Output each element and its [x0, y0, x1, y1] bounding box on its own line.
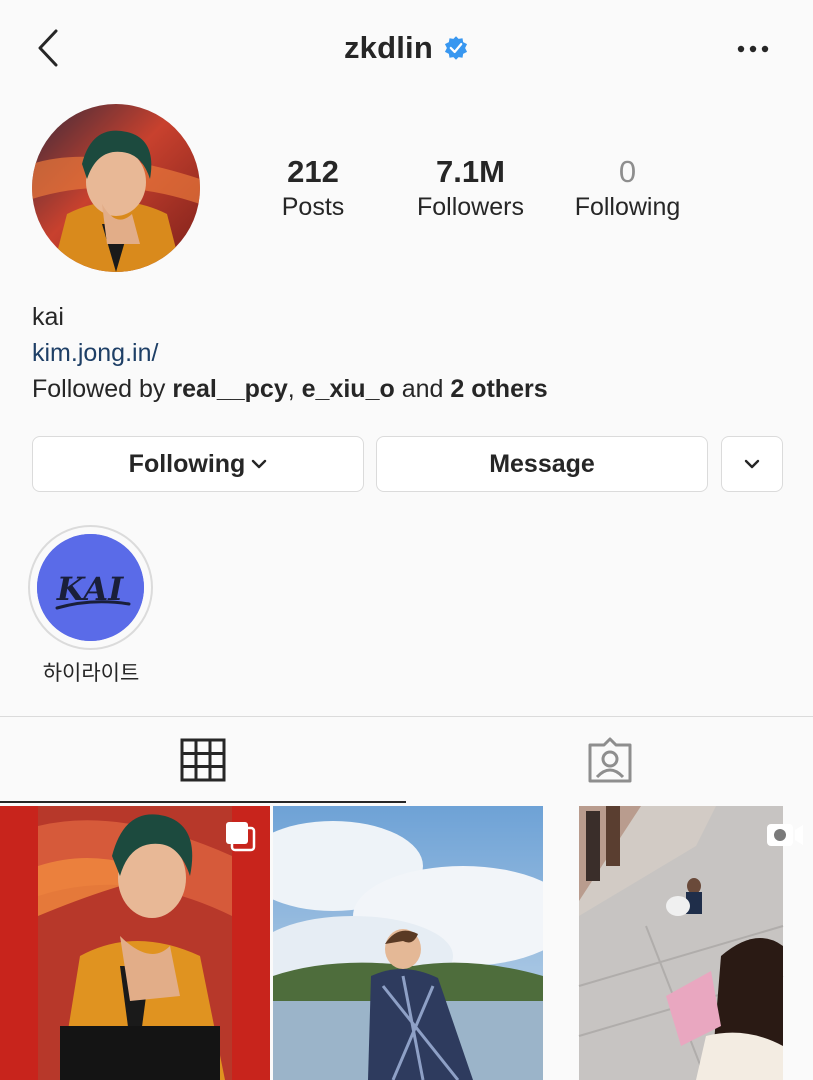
- following-stat[interactable]: 0 Following: [560, 152, 695, 222]
- followers-stat[interactable]: 7.1M Followers: [398, 152, 543, 222]
- tab-grid[interactable]: [0, 717, 406, 803]
- posts-count: 212: [287, 154, 339, 189]
- video-icon: [767, 824, 803, 846]
- grid-icon: [180, 738, 226, 782]
- follower-user-1[interactable]: real__pcy: [172, 375, 287, 403]
- follower-user-2[interactable]: e_xiu_o: [302, 375, 395, 403]
- chevron-down-icon: [252, 459, 267, 469]
- more-options-button[interactable]: [733, 34, 773, 64]
- message-button-label: Message: [489, 449, 595, 478]
- tab-tagged[interactable]: [407, 717, 813, 803]
- highlight-label: 하이라이트: [42, 661, 140, 685]
- following-label: Following: [574, 193, 681, 221]
- page-title: zkdlin: [0, 30, 813, 66]
- following-count: 0: [618, 154, 637, 189]
- followed-by-text[interactable]: Followed by real__pcy, e_xiu_o and 2 oth…: [32, 375, 548, 404]
- posts-stat: 212 Posts: [258, 152, 368, 222]
- followers-label: Followers: [417, 193, 524, 221]
- posts-label: Posts: [281, 193, 345, 221]
- more-horizontal-icon: [737, 45, 769, 53]
- username-title: zkdlin: [343, 30, 434, 65]
- verified-badge-icon: [444, 36, 468, 60]
- profile-avatar[interactable]: [32, 104, 200, 272]
- following-button[interactable]: Following: [32, 436, 364, 492]
- suggested-accounts-button[interactable]: [721, 436, 783, 492]
- followed-by-others[interactable]: 2 others: [450, 375, 547, 403]
- following-button-label: Following: [128, 449, 246, 478]
- profile-name: kai: [32, 303, 64, 331]
- followed-by-prefix: Followed by: [32, 375, 173, 403]
- followed-by-sep: ,: [287, 375, 302, 403]
- followers-count: 7.1M: [436, 154, 505, 189]
- post-thumbnail[interactable]: [273, 806, 543, 1080]
- message-button[interactable]: Message: [376, 436, 708, 492]
- highlight-cover: KAI: [37, 534, 144, 641]
- post-thumbnail[interactable]: [0, 806, 270, 1080]
- story-highlight[interactable]: KAI: [28, 525, 153, 650]
- active-tab-indicator: [0, 801, 406, 803]
- post-thumbnail[interactable]: [546, 806, 813, 1080]
- tagged-icon: [588, 737, 632, 783]
- carousel-icon: [226, 822, 256, 852]
- profile-link[interactable]: kim.jong.in/: [32, 339, 158, 368]
- chevron-down-icon: [744, 459, 760, 469]
- followed-by-mid: and: [394, 375, 451, 403]
